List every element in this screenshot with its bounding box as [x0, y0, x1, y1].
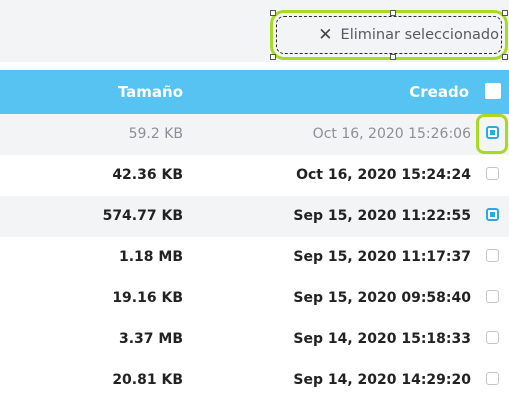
created-date: Sep 15, 2020 11:22:55 [293, 208, 471, 224]
selection-handle [270, 54, 276, 60]
selection-handle [390, 54, 396, 60]
selection-handle [502, 54, 508, 60]
column-header-size[interactable]: Tamaño [118, 83, 183, 101]
table-row[interactable]: 20.81 KB Sep 14, 2020 14:29:20 [0, 360, 509, 401]
selection-handle [390, 10, 396, 16]
table-row[interactable]: 1.18 MB Sep 15, 2020 11:17:37 [0, 237, 509, 278]
file-size: 19.16 KB [112, 290, 183, 306]
row-checkbox[interactable] [486, 208, 499, 221]
row-checkbox[interactable] [486, 331, 499, 344]
created-date: Sep 15, 2020 11:17:37 [293, 249, 471, 265]
select-all-checkbox[interactable] [485, 83, 501, 99]
file-size: 574.77 KB [102, 208, 183, 224]
created-date: Oct 16, 2020 15:24:24 [296, 167, 471, 183]
file-size: 1.18 MB [118, 249, 183, 265]
row-checkbox[interactable] [486, 372, 499, 385]
table-row[interactable]: 574.77 KB Sep 15, 2020 11:22:55 [0, 196, 509, 237]
delete-selected-label: Eliminar seleccionado [340, 27, 499, 43]
close-icon: ✕ [318, 25, 333, 45]
table-row[interactable]: 3.37 MB Sep 14, 2020 15:18:33 [0, 319, 509, 360]
table-header: Tamaño Creado [0, 70, 509, 114]
file-size: 59.2 KB [128, 126, 183, 142]
created-date: Sep 15, 2020 09:58:40 [293, 290, 471, 306]
selection-handle [502, 10, 508, 16]
created-date: Sep 14, 2020 14:29:20 [293, 372, 471, 388]
selection-handle [270, 10, 276, 16]
file-size: 20.81 KB [112, 372, 183, 388]
created-date: Sep 14, 2020 15:18:33 [293, 331, 471, 347]
table-row[interactable]: 42.36 KB Oct 16, 2020 15:24:24 [0, 155, 509, 196]
row-checkbox[interactable] [486, 167, 499, 180]
file-size: 3.37 MB [118, 331, 183, 347]
file-size: 42.36 KB [112, 167, 183, 183]
table-row[interactable]: 59.2 KB Oct 16, 2020 15:26:06 [0, 114, 509, 155]
column-header-created[interactable]: Creado [409, 83, 469, 101]
table-row[interactable]: 19.16 KB Sep 15, 2020 09:58:40 [0, 278, 509, 319]
created-date: Oct 16, 2020 15:26:06 [312, 126, 471, 142]
row-checkbox[interactable] [486, 126, 499, 139]
row-checkbox[interactable] [486, 290, 499, 303]
delete-selected-button[interactable]: ✕ Eliminar seleccionado [270, 10, 508, 60]
row-checkbox[interactable] [486, 249, 499, 262]
